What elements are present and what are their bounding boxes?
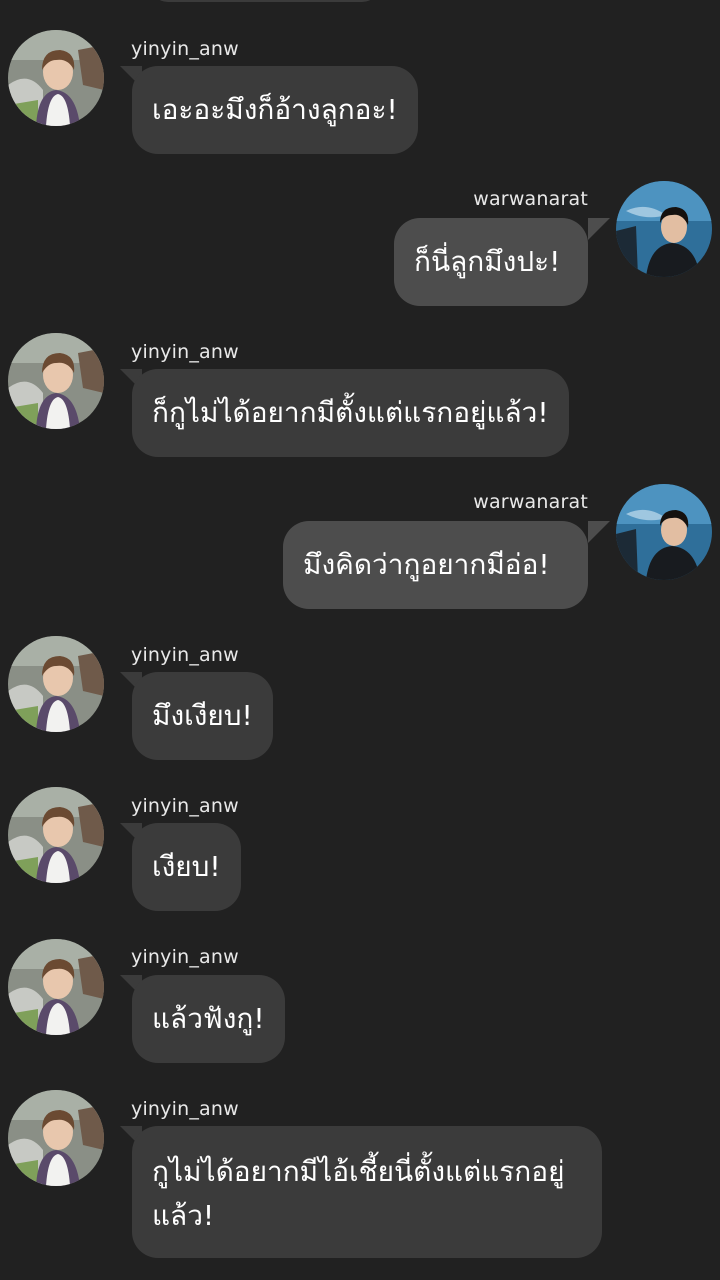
- message-bubble[interactable]: แล้วฟังกู!: [132, 975, 285, 1063]
- bubble-tail: [588, 218, 610, 240]
- avatar-yinyin[interactable]: [8, 636, 104, 732]
- avatar-photo-icon: [8, 939, 104, 1035]
- message-bubble[interactable]: กูไม่ได้อยากมีไอ้เชี้ยนี่ตั้งแต่แรกอยู่แ…: [132, 1126, 602, 1258]
- message-text: ก็นี่ลูกมึงปะ!: [414, 245, 561, 278]
- message-text: มึงคิดว่ากูอยากมีอ่อ!: [303, 548, 550, 581]
- avatar-yinyin[interactable]: [8, 787, 104, 883]
- message-username: yinyin_anw: [131, 946, 239, 968]
- message-text: เงียบ!: [152, 850, 221, 883]
- message-username: yinyin_anw: [131, 341, 239, 363]
- avatar-warwanarat[interactable]: [616, 181, 712, 277]
- message-bubble[interactable]: มึงคิดว่ากูอยากมีอ่อ!: [283, 521, 588, 609]
- avatar-photo-icon: [8, 333, 104, 429]
- message-text: กูไม่ได้อยากมีไอ้เชี้ยนี่ตั้งแต่แรกอยู่แ…: [152, 1155, 565, 1232]
- message-username: warwanarat: [473, 188, 588, 210]
- avatar-warwanarat[interactable]: [616, 484, 712, 580]
- bubble-tail: [588, 521, 610, 543]
- avatar-photo-icon: [8, 1090, 104, 1186]
- avatar-photo-icon: [8, 30, 104, 126]
- avatar-photo-icon: [8, 787, 104, 883]
- avatar-photo-icon: [8, 636, 104, 732]
- message-bubble[interactable]: ก็นี่ลูกมึงปะ!: [394, 218, 588, 306]
- avatar-yinyin[interactable]: [8, 939, 104, 1035]
- avatar-yinyin[interactable]: [8, 30, 104, 126]
- message-bubble[interactable]: ก็กูไม่ได้อยากมีตั้งแต่แรกอยู่แล้ว!: [132, 369, 569, 457]
- message-text: มึงเงียบ!: [152, 699, 253, 732]
- message-username: yinyin_anw: [131, 1098, 239, 1120]
- avatar-photo-icon: [616, 181, 712, 277]
- message-bubble[interactable]: เอะอะมึงก็อ้างลูกอะ!: [132, 66, 418, 154]
- avatar-photo-icon: [616, 484, 712, 580]
- message-bubble[interactable]: มึงเงียบ!: [132, 672, 273, 760]
- message-username: yinyin_anw: [131, 38, 239, 60]
- message-username: yinyin_anw: [131, 644, 239, 666]
- message-text: ก็กูไม่ได้อยากมีตั้งแต่แรกอยู่แล้ว!: [152, 396, 549, 429]
- previous-message-bubble: [150, 0, 380, 2]
- avatar-yinyin[interactable]: [8, 1090, 104, 1186]
- message-text: แล้วฟังกู!: [152, 1002, 265, 1035]
- chat-screen: yinyin_anw เอะอะมึงก็อ้างลูกอะ! warwanar…: [0, 0, 720, 1280]
- message-username: yinyin_anw: [131, 795, 239, 817]
- message-bubble[interactable]: เงียบ!: [132, 823, 241, 911]
- message-text: เอะอะมึงก็อ้างลูกอะ!: [152, 93, 398, 126]
- avatar-yinyin[interactable]: [8, 333, 104, 429]
- message-username: warwanarat: [473, 491, 588, 513]
